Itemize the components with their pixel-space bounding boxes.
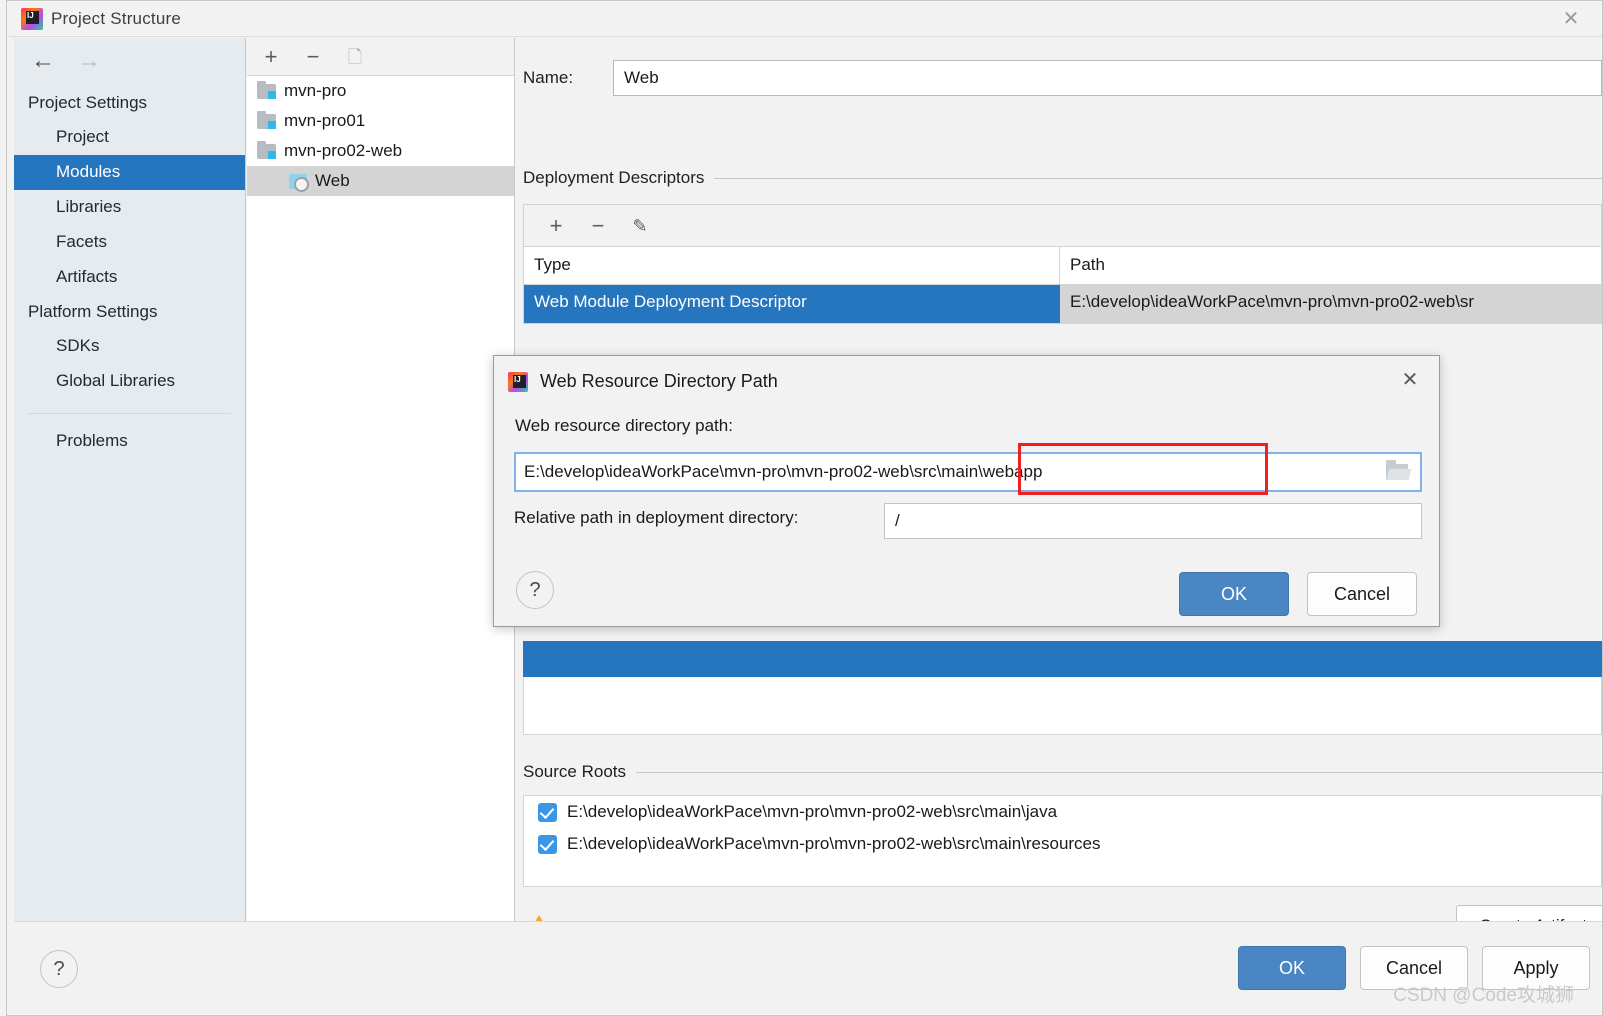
- modal-cancel-button[interactable]: Cancel: [1307, 572, 1417, 616]
- window-titlebar: Project Structure ✕: [7, 1, 1602, 37]
- add-descriptor-icon[interactable]: +: [542, 212, 570, 240]
- cell-path: E:\develop\ideaWorkPace\mvn-pro\mvn-pro0…: [1060, 285, 1601, 323]
- copy-icon[interactable]: 🗋: [341, 43, 369, 71]
- section-title: Deployment Descriptors: [523, 168, 705, 187]
- module-folder-icon: [257, 110, 276, 129]
- web-resource-directory-path-dialog: Web Resource Directory Path ✕ Web resour…: [493, 355, 1440, 627]
- sidebar-item-global-libraries[interactable]: Global Libraries: [14, 364, 245, 399]
- list-item[interactable]: E:\develop\ideaWorkPace\mvn-pro\mvn-pro0…: [524, 796, 1601, 828]
- table-row[interactable]: Web Module Deployment Descriptor E:\deve…: [524, 285, 1601, 323]
- sidebar-item-libraries[interactable]: Libraries: [14, 190, 245, 225]
- pencil-icon[interactable]: ✎: [626, 212, 654, 240]
- sidebar-item-facets[interactable]: Facets: [14, 225, 245, 260]
- apply-button[interactable]: Apply: [1482, 946, 1590, 990]
- sidebar-item-project[interactable]: Project: [14, 120, 245, 155]
- web-resource-path-input[interactable]: [516, 454, 1374, 490]
- module-item-mvn-pro02-web[interactable]: mvn-pro02-web: [247, 136, 514, 166]
- sidebar-item-problems[interactable]: Problems: [14, 424, 245, 459]
- list-item[interactable]: E:\develop\ideaWorkPace\mvn-pro\mvn-pro0…: [524, 828, 1601, 860]
- sidebar-nav-row: ← →: [14, 38, 245, 84]
- modal-title: Web Resource Directory Path: [540, 371, 778, 391]
- sidebar-group-project-settings: Project Settings: [28, 93, 148, 112]
- ok-button[interactable]: OK: [1238, 946, 1346, 990]
- source-roots-list: E:\develop\ideaWorkPace\mvn-pro\mvn-pro0…: [523, 795, 1602, 887]
- cell-type: Web Module Deployment Descriptor: [524, 285, 1060, 323]
- column-header-type: Type: [524, 247, 1060, 284]
- web-resource-path-label: Web resource directory path:: [515, 416, 733, 435]
- section-divider: [636, 771, 1602, 773]
- module-item-mvn-pro01[interactable]: mvn-pro01: [247, 106, 514, 136]
- module-label: mvn-pro01: [284, 111, 366, 130]
- relative-path-label: Relative path in deployment directory:: [514, 508, 799, 527]
- column-header-path: Path: [1070, 255, 1105, 274]
- checkbox-checked-icon[interactable]: [538, 834, 557, 854]
- help-button[interactable]: ?: [40, 950, 78, 988]
- intellij-logo-icon: [508, 372, 528, 392]
- source-root-path: E:\develop\ideaWorkPace\mvn-pro\mvn-pro0…: [567, 802, 1058, 821]
- list-area-behind-modal: [523, 677, 1602, 735]
- module-label: mvn-pro02-web: [284, 141, 403, 160]
- modules-toolbar: + − 🗋: [247, 38, 514, 76]
- add-module-icon[interactable]: +: [257, 43, 285, 71]
- module-label: Web: [315, 171, 350, 190]
- modules-pane: + − 🗋 mvn-pro mvn-pro01 mvn-pro02-web We…: [247, 38, 515, 921]
- arrow-left-icon[interactable]: ←: [26, 49, 60, 73]
- module-label: mvn-pro: [284, 81, 347, 100]
- source-root-path: E:\develop\ideaWorkPace\mvn-pro\mvn-pro0…: [567, 834, 1101, 853]
- settings-sidebar: ← → Project Settings Project Modules Lib…: [14, 38, 246, 921]
- sidebar-item-modules[interactable]: Modules: [14, 154, 245, 190]
- cancel-button[interactable]: Cancel: [1360, 946, 1468, 990]
- name-label: Name:: [523, 68, 574, 87]
- modal-help-button[interactable]: ?: [516, 571, 554, 609]
- browse-button[interactable]: [1374, 454, 1420, 490]
- intellij-logo-icon: [21, 8, 43, 30]
- module-item-mvn-pro[interactable]: mvn-pro: [247, 76, 514, 106]
- arrow-right-icon[interactable]: →: [72, 49, 106, 73]
- create-artifact-button[interactable]: Create Artifact: [1456, 905, 1602, 921]
- sidebar-group-platform-settings: Platform Settings: [28, 301, 158, 321]
- sidebar-divider: [28, 412, 231, 414]
- dialog-bottom-bar: ? OK Cancel Apply CSDN @Code攻城狮: [14, 921, 1602, 1015]
- relative-path-input[interactable]: [884, 503, 1422, 539]
- table-header-row: Type Path: [524, 247, 1601, 285]
- deployment-descriptors-toolbar: + − ✎: [523, 204, 1602, 246]
- selected-row-behind-modal[interactable]: [523, 641, 1602, 677]
- window-title: Project Structure: [51, 9, 182, 28]
- module-folder-icon: [257, 80, 276, 99]
- section-title: Source Roots: [523, 762, 626, 781]
- sidebar-item-artifacts[interactable]: Artifacts: [14, 260, 245, 295]
- remove-descriptor-icon[interactable]: −: [584, 212, 612, 240]
- close-icon[interactable]: ✕: [1395, 366, 1425, 394]
- section-divider: [714, 177, 1602, 179]
- checkbox-checked-icon[interactable]: [538, 802, 557, 822]
- folder-open-icon: [1386, 460, 1408, 480]
- module-folder-icon: [257, 140, 276, 159]
- warning-row: 'Web' Facet resources are not included i…: [523, 903, 1602, 921]
- close-icon[interactable]: ✕: [1554, 7, 1588, 31]
- module-item-web-facet[interactable]: Web: [247, 166, 514, 196]
- name-row: Name:: [523, 58, 1602, 98]
- remove-module-icon[interactable]: −: [299, 43, 327, 71]
- deployment-descriptors-table: Type Path Web Module Deployment Descript…: [523, 246, 1602, 324]
- modal-ok-button[interactable]: OK: [1179, 572, 1289, 616]
- modal-actions: OK Cancel: [1179, 572, 1417, 616]
- name-input[interactable]: [613, 60, 1602, 96]
- source-roots-section-header: Source Roots: [523, 762, 1602, 782]
- deployment-descriptors-section-header: Deployment Descriptors: [523, 168, 1602, 188]
- web-resource-path-field: [514, 452, 1422, 492]
- dialog-actions: OK Cancel Apply: [1238, 946, 1590, 990]
- web-facet-icon: [289, 173, 309, 192]
- sidebar-item-sdks[interactable]: SDKs: [14, 329, 245, 364]
